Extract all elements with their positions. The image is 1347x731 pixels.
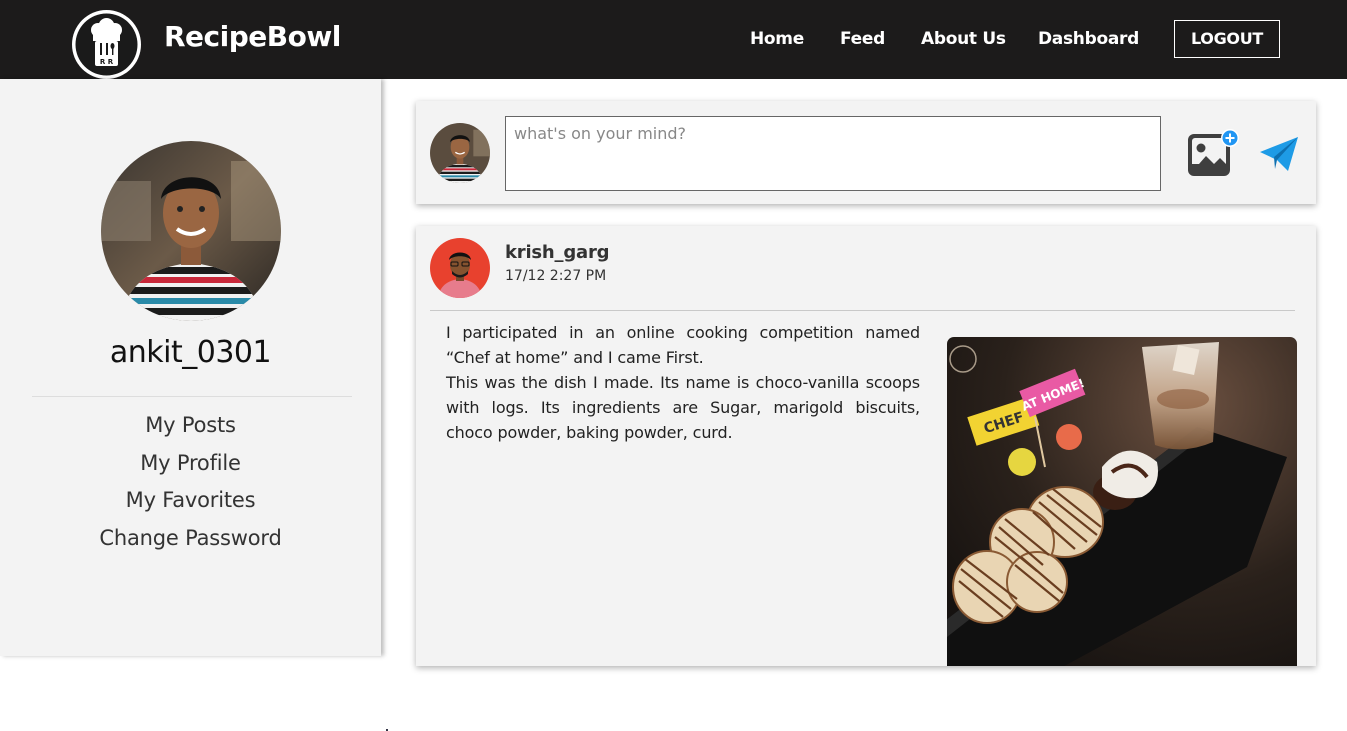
user-photo-icon — [430, 123, 490, 183]
post-timestamp: 17/12 2:27 PM — [505, 268, 607, 284]
nav-home[interactable]: Home — [750, 29, 804, 49]
post-author-name[interactable]: krish_garg — [505, 242, 610, 263]
post-author-avatar[interactable] — [430, 238, 490, 298]
sidebar-item-my-favorites[interactable]: My Favorites — [0, 484, 381, 522]
brand-name[interactable]: RecipeBowl — [164, 20, 341, 53]
chef-hat-logo-icon: R R — [75, 13, 138, 76]
composer-avatar — [430, 123, 490, 183]
post-image[interactable]: CHEF AT HOME! — [947, 337, 1297, 666]
top-navbar: R R RecipeBowl Home Feed About Us Dashbo… — [0, 0, 1347, 79]
post-composer — [416, 101, 1316, 204]
sidebar-item-change-password[interactable]: Change Password — [0, 522, 381, 560]
add-image-icon — [1188, 129, 1239, 176]
nav-feed[interactable]: Feed — [840, 29, 885, 49]
logo-initials: R R — [100, 58, 114, 66]
post-paragraph: I participated in an online cooking comp… — [446, 323, 920, 367]
post-paragraph: This was the dish I made. Its name is ch… — [446, 373, 920, 442]
sidebar-divider — [32, 396, 352, 397]
add-image-button[interactable] — [1186, 128, 1242, 180]
sidebar-menu: My Posts My Profile My Favorites Change … — [0, 409, 381, 559]
sidebar-item-my-profile[interactable]: My Profile — [0, 447, 381, 485]
nav-about-us[interactable]: About Us — [921, 29, 1006, 49]
sidebar-item-my-posts[interactable]: My Posts — [0, 409, 381, 447]
author-photo-icon — [430, 238, 490, 298]
post-divider — [430, 310, 1295, 311]
brand-logo[interactable]: R R — [72, 10, 141, 79]
send-button[interactable] — [1258, 133, 1300, 175]
profile-sidebar: ankit_0301 My Posts My Profile My Favori… — [0, 79, 381, 656]
post-body: I participated in an online cooking comp… — [446, 320, 920, 445]
logout-button[interactable]: LOGOUT — [1174, 20, 1280, 58]
dessert-photo-icon: CHEF AT HOME! — [947, 337, 1297, 666]
feed-post: krish_garg 17/12 2:27 PM I participated … — [416, 226, 1316, 666]
profile-username: ankit_0301 — [109, 335, 272, 370]
nav-dashboard[interactable]: Dashboard — [1038, 29, 1139, 49]
paper-plane-icon — [1260, 137, 1298, 171]
user-photo-icon — [101, 141, 281, 321]
profile-avatar[interactable] — [101, 141, 281, 321]
post-input[interactable] — [505, 116, 1161, 191]
